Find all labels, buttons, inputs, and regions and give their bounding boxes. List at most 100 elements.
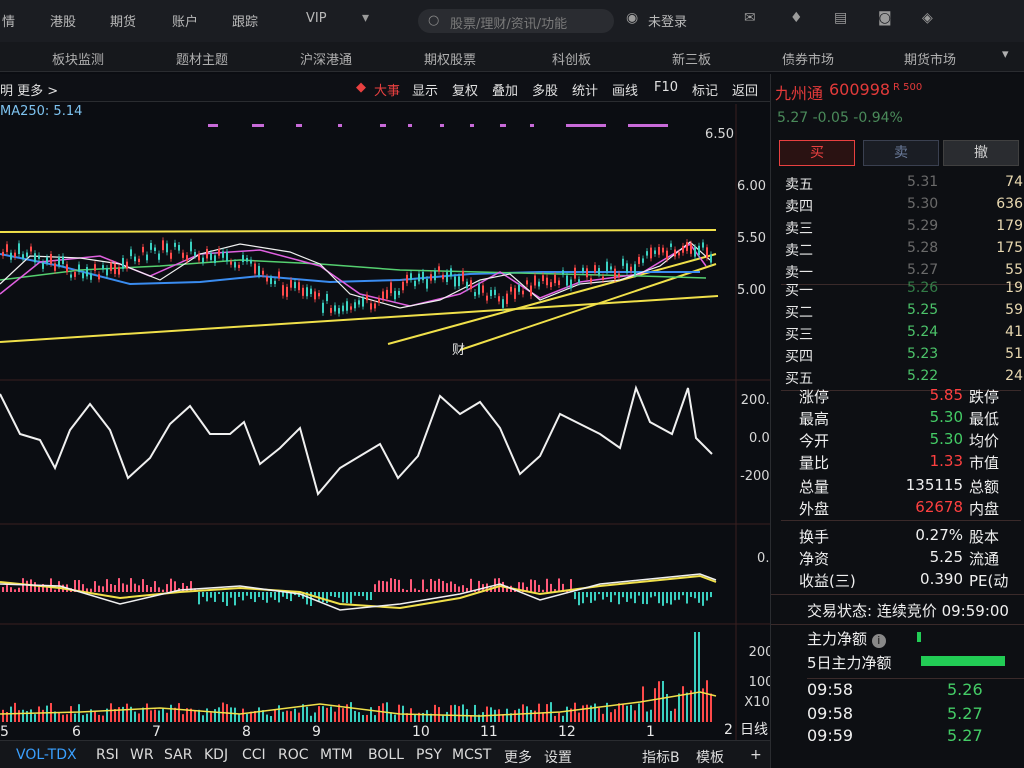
volume-bar [62, 714, 64, 722]
volume-bar [126, 703, 128, 722]
nav-item-6[interactable]: 债券市场 [782, 49, 834, 68]
tool-events[interactable]: 大事 [374, 80, 400, 99]
macd-bar [626, 592, 628, 602]
macd-bar [614, 592, 616, 596]
tab-mcst[interactable]: MCST [452, 747, 491, 763]
macd-bar [14, 589, 16, 592]
cancel-button[interactable]: 撤 [943, 140, 1019, 166]
login-link[interactable]: 未登录 [648, 11, 687, 30]
menu-item-2[interactable]: 期货 [110, 11, 136, 30]
bid-row[interactable]: 买三 5.24 41 [771, 322, 1024, 344]
shirt-icon[interactable]: ♦ [790, 10, 803, 26]
volume-bar [618, 703, 620, 722]
indicator-b-button[interactable]: 指标B [642, 747, 680, 767]
volume-bar [46, 705, 48, 722]
macd-bar [402, 588, 404, 592]
ask-row[interactable]: 卖三 5.29 179 [771, 216, 1024, 238]
macd-bar [694, 592, 696, 599]
tab-wr[interactable]: WR [130, 747, 154, 763]
menu-item-1[interactable]: 港股 [50, 11, 76, 30]
bid-row[interactable]: 买二 5.25 59 [771, 300, 1024, 322]
macd-bar [386, 581, 388, 592]
bid-row[interactable]: 买一 5.26 19 [771, 278, 1024, 300]
tool-overlay[interactable]: 叠加 [492, 80, 518, 99]
more-link[interactable]: 明 更多 > [0, 80, 58, 99]
tool-mark[interactable]: 标记 [692, 80, 718, 99]
mail-icon[interactable]: ✉ [744, 10, 756, 26]
bid-row[interactable]: 买四 5.23 51 [771, 344, 1024, 366]
volume-bar [238, 714, 240, 722]
volume-bar [654, 688, 656, 722]
buy-button[interactable]: 买 [779, 140, 855, 166]
date-label-9: 9 [312, 724, 321, 740]
sell-button[interactable]: 卖 [863, 140, 939, 166]
volume-bar [442, 715, 444, 722]
ask-row[interactable]: 卖五 5.31 74 [771, 172, 1024, 194]
tab-settings[interactable]: 设置 [544, 747, 572, 767]
tab-mtm[interactable]: MTM [320, 747, 353, 763]
tool-f10[interactable]: F10 [654, 80, 678, 95]
menu-item-4[interactable]: 跟踪 [232, 11, 258, 30]
tool-draw[interactable]: 画线 [612, 80, 638, 99]
macd-bar [622, 592, 624, 598]
info-icon[interactable]: i [871, 634, 886, 648]
volume-bar [2, 709, 4, 722]
tab-vol-tdx[interactable]: VOL-TDX [16, 747, 77, 763]
zoom-in-button[interactable]: + [750, 747, 762, 763]
volume-bar [70, 706, 72, 722]
volume-bar [218, 707, 220, 722]
ask-row[interactable]: 卖二 5.28 175 [771, 238, 1024, 260]
nav-item-7[interactable]: 期货市场 [904, 49, 956, 68]
range-label[interactable]: 日线 [740, 722, 768, 738]
volume-bar [318, 706, 320, 722]
camera-icon[interactable]: ◙ [878, 10, 892, 26]
macd-bar [558, 578, 560, 592]
nav-item-2[interactable]: 沪深港通 [300, 49, 352, 68]
tab-boll[interactable]: BOLL [368, 747, 404, 763]
volume-bar [298, 712, 300, 722]
chevron-down-icon[interactable]: ▾ [1002, 47, 1009, 62]
macd-bar [214, 592, 216, 602]
tool-multi[interactable]: 多股 [532, 80, 558, 99]
nav-item-4[interactable]: 科创板 [552, 49, 591, 68]
menu-item-5[interactable]: VIP [306, 11, 327, 26]
chart-svg[interactable]: 6.50 6.00 5.50 5.00 财 200.0 0.00 -200.0 … [0, 104, 790, 740]
nav-item-3[interactable]: 期权股票 [424, 49, 476, 68]
tool-adjust[interactable]: 复权 [452, 80, 478, 99]
tab-cci[interactable]: CCI [242, 747, 266, 763]
tool-back[interactable]: 返回 [732, 80, 758, 99]
notes-icon[interactable]: ▤ [834, 10, 847, 26]
price-tick-550: 5.50 [737, 231, 766, 246]
volume-bar [458, 706, 460, 722]
kline-chart[interactable]: 6.50 6.00 5.50 5.00 财 200.0 0.00 -200.0 … [0, 104, 790, 740]
tab-rsi[interactable]: RSI [96, 747, 119, 763]
date-label-12: 12 [558, 724, 576, 740]
search-input[interactable]: ○ 股票/理财/资讯/功能 [418, 9, 614, 33]
tab-psy[interactable]: PSY [416, 747, 442, 763]
stock-name: 九州通 [775, 84, 824, 103]
tab-sar[interactable]: SAR [164, 747, 192, 763]
menu-item-0[interactable]: 情 [2, 11, 15, 30]
macd-bar [378, 580, 380, 592]
ask-row[interactable]: 卖四 5.30 636 [771, 194, 1024, 216]
macd-bar [54, 589, 56, 592]
macd-bar [430, 578, 432, 592]
macd-bar [222, 592, 224, 603]
nav-item-5[interactable]: 新三板 [672, 49, 711, 68]
tab-kdj[interactable]: KDJ [204, 747, 228, 763]
macd-bar [2, 587, 4, 592]
volume-bar [634, 710, 636, 722]
template-button[interactable]: 模板 [696, 747, 724, 767]
tab-roc[interactable]: ROC [278, 747, 309, 763]
chevron-down-icon[interactable]: ▾ [362, 10, 369, 26]
nav-item-1[interactable]: 题材主题 [176, 49, 228, 68]
nav-item-0[interactable]: 板块监测 [52, 49, 104, 68]
shield-icon[interactable]: ◈ [922, 10, 933, 26]
macd-bar [350, 592, 352, 604]
macd-bar [414, 588, 416, 592]
tool-stats[interactable]: 统计 [572, 80, 598, 99]
menu-item-3[interactable]: 账户 [172, 11, 198, 30]
tab-more[interactable]: 更多 [504, 747, 532, 767]
tool-display[interactable]: 显示 [412, 80, 438, 99]
volume-bar [206, 708, 208, 722]
